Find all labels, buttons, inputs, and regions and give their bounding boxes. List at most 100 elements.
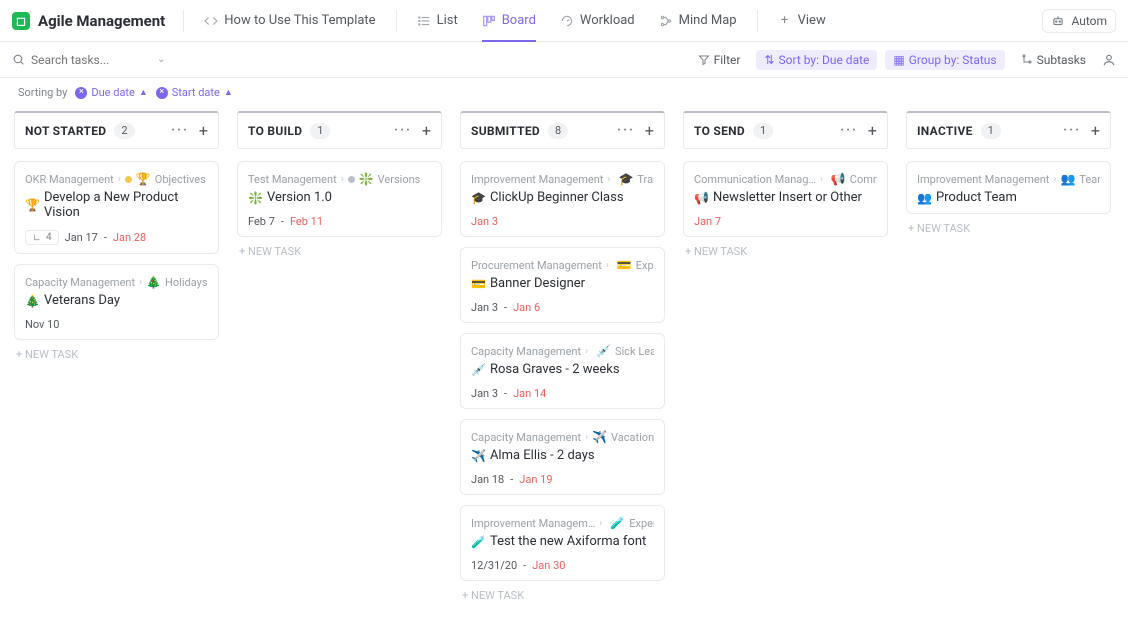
task-card[interactable]: Capacity Management › 🎄 Holidays 🎄 Veter…: [14, 264, 219, 340]
card-meta: Nov 10: [25, 318, 208, 331]
date-sep: -: [504, 301, 507, 314]
date-sep: -: [523, 559, 526, 572]
chevron-right-icon: ›: [607, 174, 610, 185]
code-icon: [204, 14, 218, 28]
column-header: TO BUILD 1 ··· +: [237, 111, 442, 149]
tab-mindmap[interactable]: Mind Map: [649, 0, 747, 42]
sort-pill-label: Due date: [91, 86, 134, 99]
search-input[interactable]: [31, 53, 151, 67]
column-title: NOT STARTED: [25, 124, 106, 138]
sort-button[interactable]: ⇅ Sort by: Due date: [756, 50, 877, 70]
subtasks-icon: [1021, 54, 1033, 66]
new-task-button[interactable]: + NEW TASK: [237, 237, 442, 266]
task-card[interactable]: Capacity Management › ✈️ Vacations ✈️ Al…: [460, 419, 665, 495]
chevron-right-icon: ›: [599, 518, 602, 529]
add-card-icon[interactable]: +: [868, 121, 877, 140]
crumb-sub: Objectives: [155, 173, 206, 186]
subtasks-button[interactable]: Subtasks: [1013, 50, 1094, 70]
group-button[interactable]: ▦ Group by: Status: [885, 50, 1004, 70]
title-text: Version 1.0: [267, 190, 332, 205]
date-due: Jan 28: [113, 231, 146, 244]
filter-button[interactable]: Filter: [690, 50, 749, 70]
tab-board[interactable]: Board: [472, 0, 546, 42]
app-title: Agile Management: [38, 12, 165, 30]
crumb-sub: Versions: [378, 173, 421, 186]
tab-how-to-use[interactable]: How to Use This Template: [194, 0, 385, 42]
remove-icon[interactable]: ×: [156, 87, 168, 99]
task-card[interactable]: Procurement Management › 💳 Expenses 💳 Ba…: [460, 247, 665, 323]
title-emoji-icon: 🏆: [25, 198, 40, 212]
crumb-parent: OKR Management: [25, 173, 114, 186]
arrow-up-icon: ▲: [139, 87, 148, 98]
person-icon[interactable]: [1102, 53, 1116, 67]
crumb-parent: Capacity Management: [471, 345, 581, 358]
group-icon: ▦: [893, 53, 904, 67]
new-task-button[interactable]: + NEW TASK: [906, 214, 1111, 243]
sort-pill-due-date[interactable]: × Due date ▲: [75, 86, 147, 99]
automations-button[interactable]: Autom: [1042, 9, 1116, 33]
column-menu-icon[interactable]: ···: [617, 123, 635, 138]
search-box[interactable]: ⌄: [12, 53, 182, 67]
subtask-count[interactable]: 4: [25, 230, 59, 245]
crumb-parent: Improvement Managem…: [471, 517, 595, 530]
card-title: 👥 Product Team: [917, 190, 1100, 205]
remove-icon[interactable]: ×: [75, 87, 87, 99]
column-menu-icon[interactable]: ···: [171, 123, 189, 138]
add-card-icon[interactable]: +: [199, 121, 208, 140]
crumb-sub: Team Status: [1079, 173, 1100, 186]
task-card[interactable]: OKR Management › 🏆 Objectives 🏆 Develop …: [14, 161, 219, 254]
tab-label: Board: [502, 13, 536, 28]
card-list: Improvement Management › 👥 Team Status 👥…: [906, 161, 1111, 214]
title-text: Alma Ellis - 2 days: [490, 448, 595, 463]
filter-label: Filter: [714, 53, 741, 67]
breadcrumb: Procurement Management › 💳 Expenses: [471, 258, 654, 272]
date-start: Feb 7: [248, 215, 275, 228]
task-card[interactable]: Improvement Management › 👥 Team Status 👥…: [906, 161, 1111, 214]
search-icon: [12, 53, 25, 66]
crumb-parent: Capacity Management: [471, 431, 581, 444]
title-text: Rosa Graves - 2 weeks: [490, 362, 620, 377]
task-card[interactable]: Communication Manag… › 📢 Communica… 📢 Ne…: [683, 161, 888, 237]
add-card-icon[interactable]: +: [645, 121, 654, 140]
column: INACTIVE 1 ··· + Improvement Management …: [906, 111, 1111, 610]
breadcrumb: Improvement Management › 🎓 Trainings: [471, 172, 654, 186]
column-menu-icon[interactable]: ···: [840, 123, 858, 138]
task-card[interactable]: Capacity Management › 💉 Sick Leave 💉 Ros…: [460, 333, 665, 409]
title-text: Product Team: [936, 190, 1017, 205]
card-meta: Jan 18-Jan 19: [471, 473, 654, 486]
crumb-parent: Procurement Management: [471, 259, 602, 272]
date-sep: -: [504, 387, 507, 400]
crumb-sub: Holidays: [165, 276, 207, 289]
card-meta: Jan 3-Jan 6: [471, 301, 654, 314]
column-menu-icon[interactable]: ···: [1063, 123, 1081, 138]
card-title: 🏆 Develop a New Product Vision: [25, 190, 208, 220]
column: NOT STARTED 2 ··· + OKR Management › 🏆 O…: [14, 111, 219, 610]
card-title: 📢 Newsletter Insert or Other: [694, 190, 877, 205]
column-menu-icon[interactable]: ···: [394, 123, 412, 138]
add-card-icon[interactable]: +: [422, 121, 431, 140]
title-emoji-icon: ✈️: [471, 449, 486, 463]
crumb-parent: Communication Manag…: [694, 173, 816, 186]
date-due: Jan 3: [471, 215, 498, 228]
crumb-icon: 📢: [831, 172, 846, 186]
column-header: INACTIVE 1 ··· +: [906, 111, 1111, 149]
card-title: 💉 Rosa Graves - 2 weeks: [471, 362, 654, 377]
task-card[interactable]: Improvement Managem… › 🧪 Experime… 🧪 Tes…: [460, 505, 665, 581]
crumb-icon: 🏆: [136, 172, 151, 186]
tab-list[interactable]: List: [407, 0, 468, 42]
column-title: INACTIVE: [917, 124, 973, 138]
tab-workload[interactable]: Workload: [550, 0, 645, 42]
robot-icon: [1051, 14, 1065, 28]
column: TO SEND 1 ··· + Communication Manag… › 📢…: [683, 111, 888, 610]
date-start: 12/31/20: [471, 559, 517, 572]
task-card[interactable]: Improvement Management › 🎓 Trainings 🎓 C…: [460, 161, 665, 237]
new-task-button[interactable]: + NEW TASK: [683, 237, 888, 266]
add-view-button[interactable]: + View: [768, 0, 836, 42]
chevron-down-icon[interactable]: ⌄: [157, 54, 165, 65]
sort-pill-start-date[interactable]: × Start date ▲: [156, 86, 233, 99]
chevron-right-icon: ›: [585, 432, 588, 443]
new-task-button[interactable]: + NEW TASK: [14, 340, 219, 369]
task-card[interactable]: Test Management › ❇️ Versions ❇️ Version…: [237, 161, 442, 237]
crumb-sub: Communica…: [850, 173, 877, 186]
add-card-icon[interactable]: +: [1091, 121, 1100, 140]
